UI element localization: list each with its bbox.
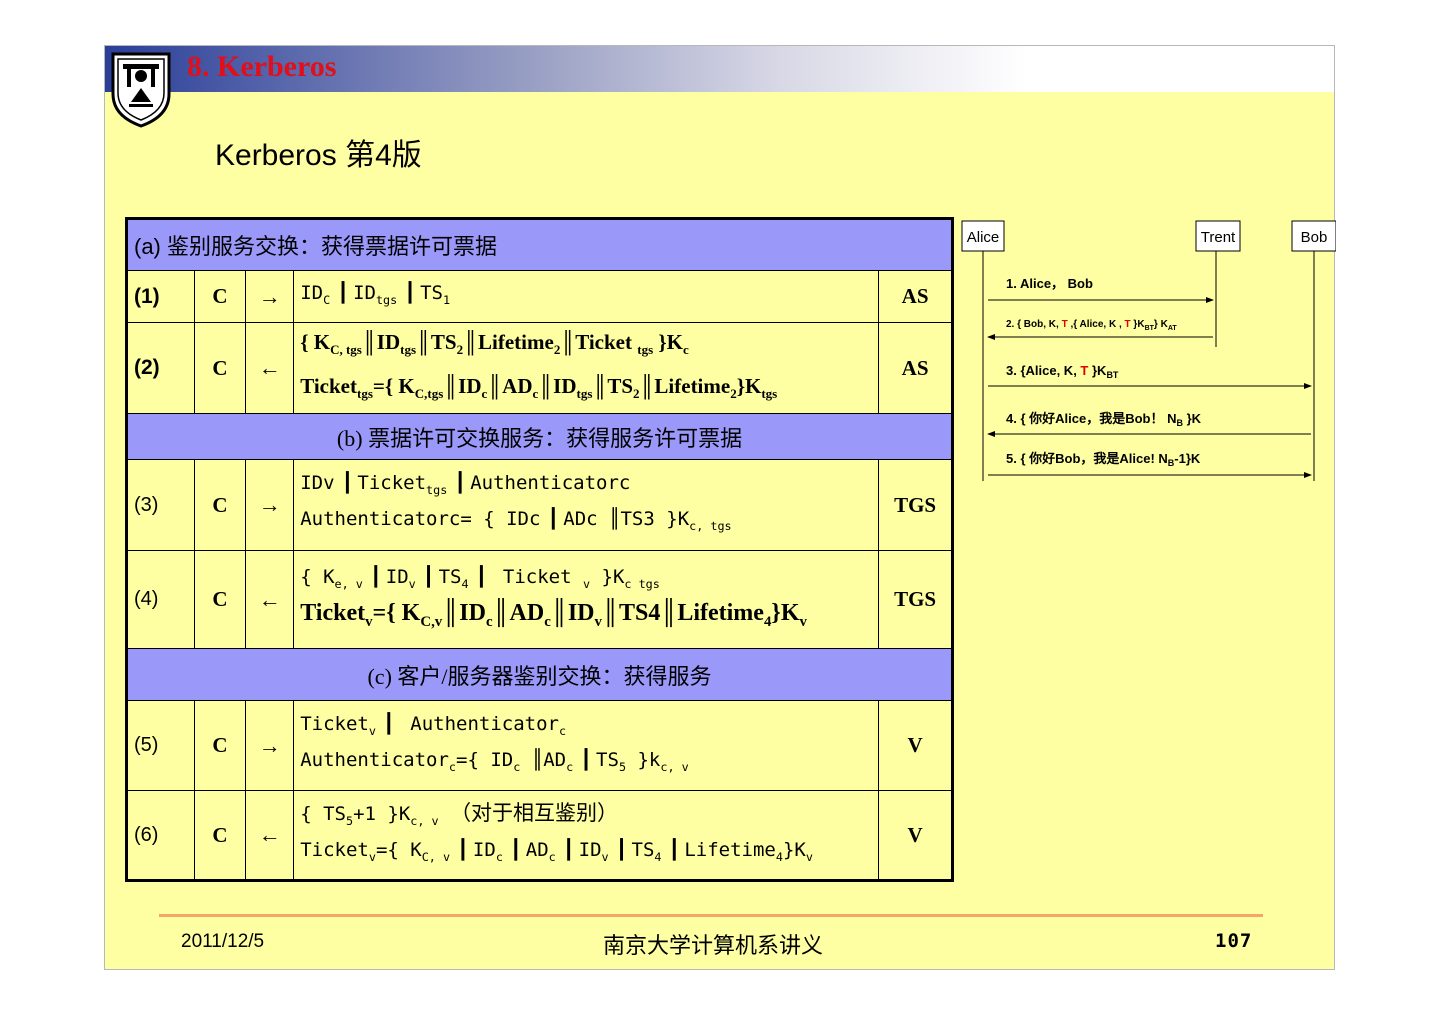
message-cell: { Ke, v ▎IDv ▎TS4 ▎ Ticket v }Kc tgs Tick… [293,550,880,649]
step-label: (6) [126,790,195,881]
actor-trent: Trent [1201,229,1236,246]
server-label: V [878,700,953,791]
message-cell: { TS5+1 }Kc, v （对于相互鉴别） Ticketv={ KC, v ▎… [293,790,880,881]
section-c-header: (c) 客户/服务器鉴别交换：获得服务 [126,648,953,701]
section-b-header: (b) 票据许可交换服务：获得服务许可票据 [126,413,953,460]
arrow-right-icon: → [245,270,295,323]
message-3: 3. {Alice, K, T }KBT [1006,363,1119,380]
server-label: AS [878,322,953,414]
table-row: (6) C ← { TS5+1 }Kc, v （对于相互鉴别） Ticketv={… [126,790,953,881]
server-label: AS [878,270,953,323]
step-label: (2) [126,322,195,414]
server-label: V [878,790,953,881]
table-section-header: (b) 票据许可交换服务：获得服务许可票据 [126,413,953,460]
footer-divider [159,914,1263,917]
message-cell: IDC ▎IDtgs ▎TS1 [293,270,880,323]
message-4: 4. { 你好Alice，我是Bob！ NB }K [1006,411,1202,428]
table-row: (2) C ← { KC, tgs║IDtgs║TS2║Lifetime2║Ti… [126,322,953,414]
slide-subtitle: Kerberos 第4版 [215,139,422,172]
message-2: 2. { Bob, K, T ,{ Alice, K , T }KBT} KAT [1006,319,1177,332]
party-label: C [193,459,247,551]
slide-title: 8. Kerberos [187,50,337,83]
sequence-diagram: Alice Trent Bob 1. Alice， Bob 2. { Bob, … [961,220,1336,481]
party-label: C [193,700,247,791]
step-label: (4) [126,550,195,649]
party-label: C [193,550,247,649]
message-cell: IDv ▎Tickettgs ▎Authenticatorc Authentica… [293,459,880,551]
party-label: C [193,790,247,881]
arrow-right-icon: → [245,700,295,791]
server-label: TGS [878,550,953,649]
arrow-left-icon: ← [245,322,295,414]
actor-alice: Alice [967,229,1000,246]
message-1: 1. Alice， Bob [1006,276,1093,291]
slide: 8. Kerberos Kerberos 第4版 (a) 鉴别服务交换：获得票据… [104,45,1336,970]
section-a-header: (a) 鉴别服务交换：获得票据许可票据 [126,218,953,271]
page-number: 107 [1215,930,1253,952]
table-row: (3) C → IDv ▎Tickettgs ▎Authenticatorc Au… [126,459,953,551]
message-cell: Ticketv ▎ Authenticatorc Authenticatorc={… [293,700,880,791]
party-label: C [193,270,247,323]
footer-date: 2011/12/5 [181,931,265,952]
table-section-header: (c) 客户/服务器鉴别交换：获得服务 [126,648,953,701]
table-row: (5) C → Ticketv ▎ Authenticatorc Authenti… [126,700,953,791]
step-label: (5) [126,700,195,791]
message-5: 5. { 你好Bob，我是Alice! NB-1}K [1006,451,1201,468]
step-label: (3) [126,459,195,551]
table-row: (1) C → IDC ▎IDtgs ▎TS1 AS [126,270,953,323]
step-label: (1) [126,270,195,323]
table-section-header: (a) 鉴别服务交换：获得票据许可票据 [126,218,953,271]
footer-lecture: 南京大学计算机系讲义 [603,933,824,958]
arrow-left-icon: ← [245,550,295,649]
university-logo-icon [111,52,171,128]
table-row: (4) C ← { Ke, v ▎IDv ▎TS4 ▎ Ticket v }Kc… [126,550,953,649]
server-label: TGS [878,459,953,551]
message-cell: { KC, tgs║IDtgs║TS2║Lifetime2║Ticket tgs… [293,322,880,414]
arrow-left-icon: ← [245,790,295,881]
arrow-right-icon: → [245,459,295,551]
party-label: C [193,322,247,414]
actor-bob: Bob [1301,229,1328,246]
kerberos-table: (a) 鉴别服务交换：获得票据许可票据 (1) C → IDC ▎IDtgs ▎… [125,217,954,882]
